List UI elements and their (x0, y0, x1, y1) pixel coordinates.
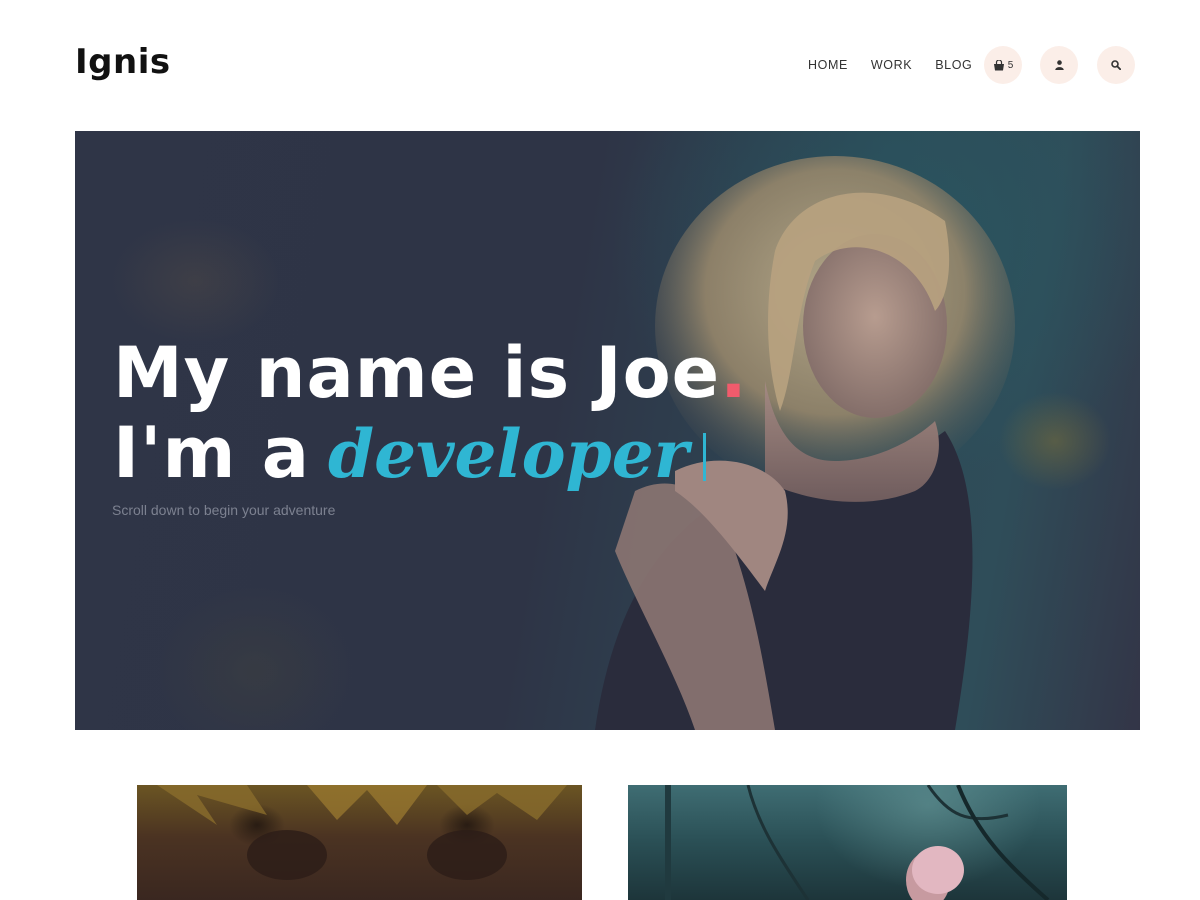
portfolio-thumbnail-forest[interactable] (628, 785, 1067, 900)
search-button[interactable] (1097, 46, 1135, 84)
hero-role-prefix: I'm a (113, 412, 311, 494)
nav-work-link[interactable]: WORK (871, 56, 912, 74)
account-button[interactable] (1040, 46, 1078, 84)
hero-headline: My name is Joe. (113, 331, 748, 415)
portfolio-thumbnail-leaves[interactable] (137, 785, 582, 900)
search-icon (1111, 60, 1121, 70)
typing-cursor (702, 433, 706, 481)
nav-blog-link[interactable]: BLOG (935, 56, 972, 74)
hero-role-text: developer (328, 415, 689, 493)
main-nav: HOME WORK BLOG (808, 56, 972, 74)
nav-home-link[interactable]: HOME (808, 56, 848, 74)
brand-logo[interactable]: Ignis (75, 42, 171, 82)
cart-count-badge: 5 (1007, 59, 1014, 71)
headline-accent-dot: . (720, 332, 748, 414)
site-header: Ignis HOME WORK BLOG 5 (0, 0, 1200, 130)
shopping-bag-icon (993, 59, 1005, 71)
hero-subtitle: Scroll down to begin your adventure (112, 502, 336, 518)
cart-button[interactable]: 5 (984, 46, 1022, 84)
hero-banner: My name is Joe. I'm a developer Scroll do… (75, 131, 1140, 730)
hero-headline-text: My name is Joe (113, 332, 721, 414)
user-icon (1054, 60, 1064, 70)
